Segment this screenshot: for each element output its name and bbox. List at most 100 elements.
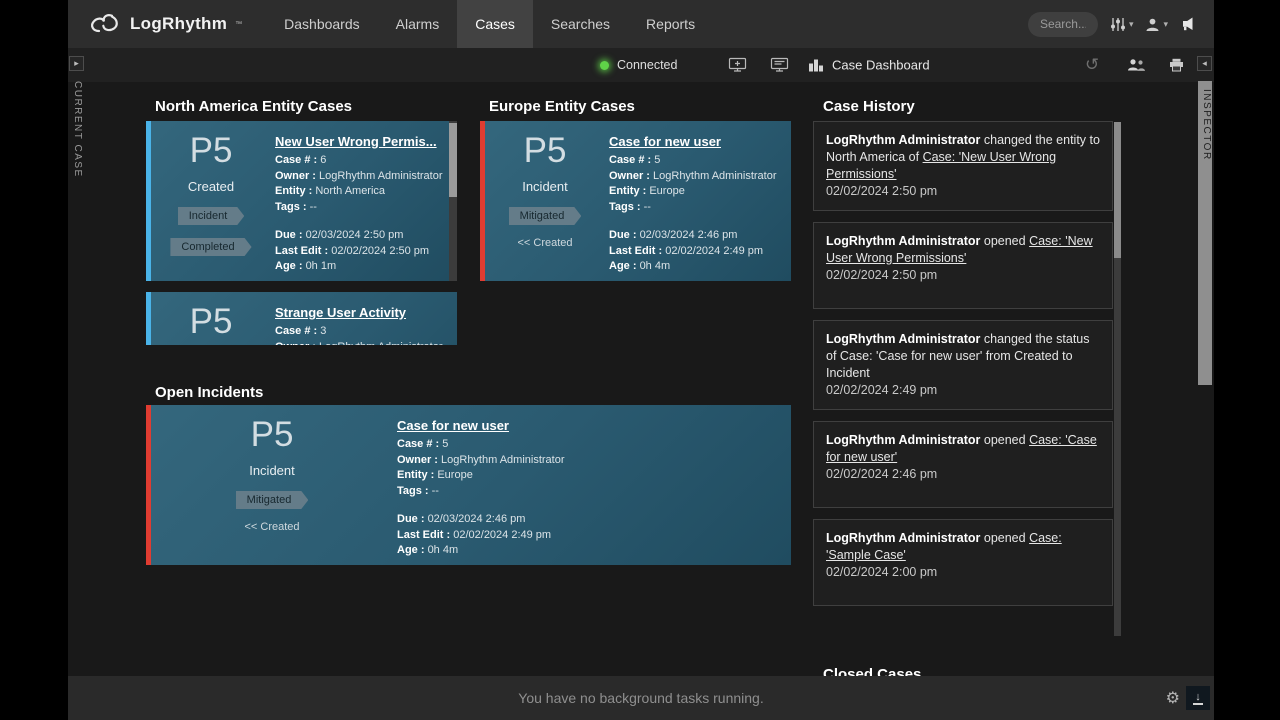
history-timestamp: 02/02/2024 2:50 pm [826,183,1100,200]
status-bar: You have no background tasks running. ⚙ … [68,676,1214,720]
card-list-scrollbar [449,121,457,281]
history-entry: LogRhythm Administrator opened Case: 'Ne… [813,222,1113,309]
history-entry: LogRhythm Administrator changed the stat… [813,320,1113,410]
logrhythm-logo-icon [88,12,122,36]
card-details: Strange User Activity Case # : 3 Owner :… [271,292,457,345]
entity-row: Entity : Europe [397,468,781,484]
caret-down-icon: ▾ [1129,19,1134,30]
priority-label: P5 [190,131,233,171]
brand-name: LogRhythm [130,14,227,34]
caret-down-icon: ▾ [1163,19,1168,30]
status-action-mitigated[interactable]: Mitigated [509,207,582,225]
history-timestamp: 02/02/2024 2:00 pm [826,564,1100,581]
case-status: Incident [249,463,295,478]
case-number-row: Case # : 5 [609,153,781,169]
case-number-row: Case # : 3 [275,324,447,340]
history-timestamp: 02/02/2024 2:50 pm [826,267,1100,284]
nav-dashboards[interactable]: Dashboards [266,0,378,48]
previous-status[interactable]: << Created [517,237,572,249]
history-entry: LogRhythm Administrator opened Case: 'Sa… [813,519,1113,606]
primary-nav: Dashboards Alarms Cases Searches Reports [266,0,713,48]
announcements-button[interactable] [1180,17,1196,31]
open-incidents-card-list: P5 Incident Mitigated << Created Case fo… [146,405,791,566]
case-title-link[interactable]: New User Wrong Permis... [275,134,447,149]
print-button[interactable] [1169,58,1184,72]
north-america-card-list: P5 Created Incident Completed New User W… [146,121,457,345]
case-number-row: Case # : 5 [397,437,781,453]
nav-searches[interactable]: Searches [533,0,628,48]
nav-cases[interactable]: Cases [457,0,533,48]
current-case-tab[interactable]: CURRENT CASE [72,81,83,178]
downloads-button[interactable]: ↓ [1186,686,1210,710]
status-action-mitigated[interactable]: Mitigated [236,491,309,509]
nav-alarms[interactable]: Alarms [378,0,458,48]
download-tray-icon [1193,703,1203,705]
case-dashboard-toolbar: Connected [68,48,1214,82]
due-row: Due : 02/03/2024 2:46 pm [609,228,781,244]
inspector-tab[interactable]: INSPECTOR [1198,81,1212,385]
expand-inspector-button[interactable]: ◂ [1197,56,1212,71]
history-entry: LogRhythm Administrator opened Case: 'Ca… [813,421,1113,508]
status-action-completed[interactable]: Completed [170,238,251,256]
collaborators-button[interactable] [1127,59,1146,72]
due-row: Due : 02/03/2024 2:46 pm [397,512,781,528]
previous-status[interactable]: << Created [244,521,299,533]
logrhythm-logo[interactable]: LogRhythm ™ [68,12,242,36]
nav-reports[interactable]: Reports [628,0,713,48]
expand-current-case-button[interactable]: ▸ [69,56,84,71]
card-details: Case for new user Case # : 5 Owner : Log… [605,121,791,281]
entity-row: Entity : Europe [609,184,781,200]
case-title-link[interactable]: Case for new user [609,134,781,149]
case-card-new-user-wrong-permissions[interactable]: P5 Created Incident Completed New User W… [146,121,457,281]
owner-row: Owner : LogRhythm Administrator [397,453,781,469]
card-list-scrollbar-thumb[interactable] [449,123,457,197]
download-arrow-icon: ↓ [1195,692,1201,702]
printer-icon [1169,58,1184,72]
priority-label: P5 [524,131,567,171]
owner-row: Owner : LogRhythm Administrator [609,169,781,185]
owner-row: Owner : LogRhythm Administrator [275,169,447,185]
section-title-case-history: Case History [823,98,915,115]
connection-status: Connected [600,58,677,72]
case-card-open-incident[interactable]: P5 Incident Mitigated << Created Case fo… [146,405,791,565]
last-edit-row: Last Edit : 02/02/2024 2:50 pm [275,244,447,260]
monitor-lines-icon [770,58,789,73]
undo-button[interactable]: ↺ [1085,55,1099,75]
tags-row: Tags : -- [275,200,447,216]
columns-icon [808,59,824,72]
dashboard-selector[interactable]: Case Dashboard [808,58,930,73]
screen: LogRhythm ™ Dashboards Alarms Cases Sear… [0,0,1280,720]
card-status-column: P5 Incident Mitigated << Created [485,121,605,281]
due-row: Due : 02/03/2024 2:50 pm [275,228,447,244]
case-history-scrollbar-thumb[interactable] [1114,122,1121,258]
section-title-europe: Europe Entity Cases [489,98,635,115]
age-row: Age : 0h 4m [397,543,781,559]
filter-options-button[interactable]: ▾ [1110,17,1134,32]
top-navigation-bar: LogRhythm ™ Dashboards Alarms Cases Sear… [68,0,1214,48]
search-input[interactable] [1028,12,1098,37]
status-action-incident[interactable]: Incident [178,207,245,225]
user-menu-button[interactable]: ▾ [1145,17,1168,32]
section-title-closed-cases: Closed Cases [823,666,921,676]
settings-gear-icon[interactable]: ⚙ [1166,688,1180,708]
brand-trademark: ™ [235,21,242,28]
case-card-case-for-new-user[interactable]: P5 Incident Mitigated << Created Case fo… [480,121,791,281]
case-title-link[interactable]: Case for new user [397,418,781,433]
last-edit-row: Last Edit : 02/02/2024 2:49 pm [609,244,781,260]
entity-row: Entity : North America [275,184,447,200]
case-number-row: Case # : 6 [275,153,447,169]
topbar-right-cluster: ▾ ▾ [1028,12,1214,37]
display-add-button[interactable] [728,58,747,73]
dashboard-content: North America Entity Cases Europe Entity… [68,82,1214,676]
card-status-column: P5 Created Incident Completed [151,121,271,281]
card-details: New User Wrong Permis... Case # : 6 Owne… [271,121,457,281]
case-title-link[interactable]: Strange User Activity [275,305,447,320]
age-row: Age : 0h 4m [609,259,781,275]
card-details: Case for new user Case # : 5 Owner : Log… [393,405,791,565]
case-card-strange-user-activity[interactable]: P5 Strange User Activity Case # : 3 Owne… [146,292,457,345]
display-options-button[interactable] [770,58,789,73]
case-history-list: LogRhythm Administrator changed the enti… [813,121,1113,617]
section-title-north-america: North America Entity Cases [155,98,352,115]
people-icon [1127,59,1146,72]
sliders-icon [1110,17,1126,32]
